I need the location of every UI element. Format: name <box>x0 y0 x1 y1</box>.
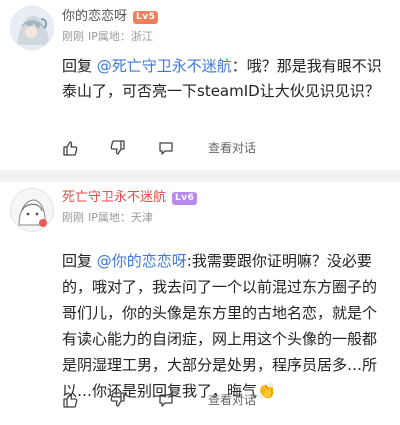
comment-divider <box>0 170 400 182</box>
level-badge: Lv6 <box>172 191 198 205</box>
ip-location: IP属地：天津 <box>88 211 153 224</box>
reply-icon[interactable] <box>158 140 174 156</box>
username-row: 死亡守卫永不迷航 Lv6 <box>62 189 198 207</box>
mention-link[interactable]: @你的恋恋呀 <box>97 252 187 270</box>
timestamp: 刚刚 <box>62 30 84 43</box>
username[interactable]: 死亡守卫永不迷航 <box>62 189 166 207</box>
dislike-icon[interactable] <box>110 139 126 156</box>
dislike-icon[interactable] <box>110 391 126 408</box>
reply-prefix: 回复 <box>62 57 97 75</box>
comment-actions: 查看对话 <box>62 391 386 408</box>
like-icon[interactable] <box>62 140 78 156</box>
comment-text: 回复 @死亡守卫永不迷航：哦？那是我有眼不识泰山了，可否亮一下steamID让大… <box>62 54 386 104</box>
comment-card: 死亡守卫永不迷航 Lv6 刚刚 IP属地：天津 回复 @你的恋恋呀:我需要跟你证… <box>0 182 400 425</box>
comment-meta: 刚刚 IP属地：天津 <box>62 211 153 225</box>
view-conversation-button[interactable]: 查看对话 <box>208 391 256 408</box>
mention-link[interactable]: @死亡守卫永不迷航 <box>97 57 232 75</box>
comment-actions: 查看对话 <box>62 139 386 156</box>
ip-location: IP属地：浙江 <box>88 30 153 43</box>
comment-card: 你的恋恋呀 Lv5 刚刚 IP属地：浙江 回复 @死亡守卫永不迷航：哦？那是我有… <box>0 0 400 170</box>
username[interactable]: 你的恋恋呀 <box>62 8 127 26</box>
comment-body: :我需要跟你证明嘛？没必要的，哦对了，我去问了一个以前混过东方圈子的哥们儿，你的… <box>62 252 378 400</box>
view-conversation-button[interactable]: 查看对话 <box>208 139 256 156</box>
reply-icon[interactable] <box>158 392 174 408</box>
comment-meta: 刚刚 IP属地：浙江 <box>62 30 153 44</box>
reply-prefix: 回复 <box>62 252 97 270</box>
level-badge: Lv5 <box>133 10 159 24</box>
comment-text: 回复 @你的恋恋呀:我需要跟你证明嘛？没必要的，哦对了，我去问了一个以前混过东方… <box>62 248 386 404</box>
username-row: 你的恋恋呀 Lv5 <box>62 8 159 26</box>
avatar[interactable] <box>10 188 54 232</box>
like-icon[interactable] <box>62 392 78 408</box>
timestamp: 刚刚 <box>62 211 84 224</box>
avatar[interactable] <box>10 6 54 50</box>
